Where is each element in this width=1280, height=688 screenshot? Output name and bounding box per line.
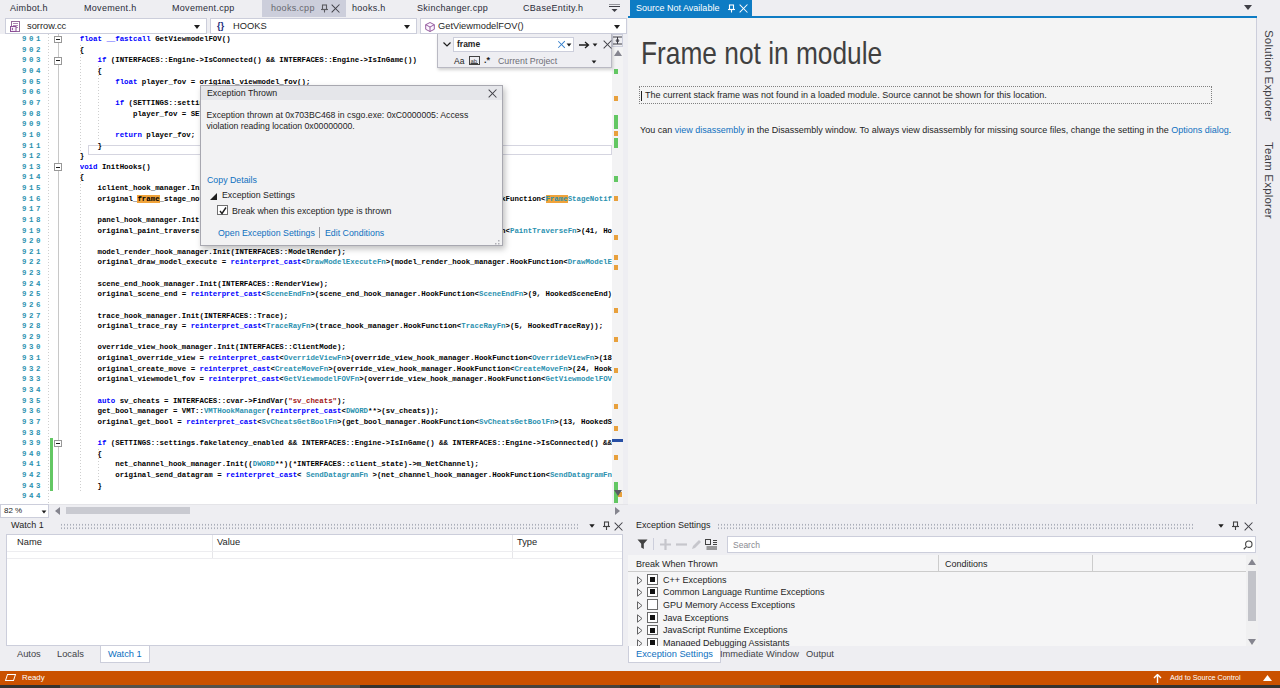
svg-text:ab: ab [471,58,478,64]
